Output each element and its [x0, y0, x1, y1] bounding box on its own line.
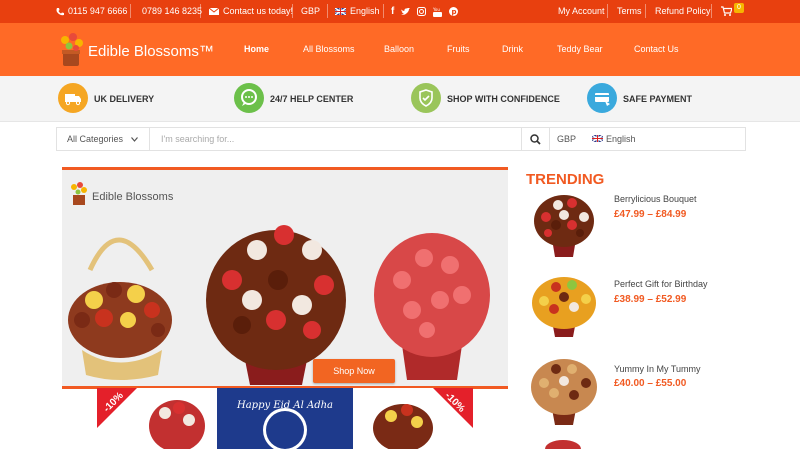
- envelope-icon: [209, 7, 219, 15]
- search-language[interactable]: English: [606, 134, 636, 144]
- brand-logo-text[interactable]: Edible Blossoms™: [88, 43, 214, 60]
- product-image-yummy[interactable]: [526, 355, 602, 427]
- terms-link[interactable]: Terms: [617, 6, 642, 16]
- currency-select[interactable]: GBP: [301, 6, 320, 16]
- social-links: f You p: [391, 6, 459, 17]
- cart-icon: [721, 6, 732, 16]
- nav-drink[interactable]: Drink: [502, 44, 523, 54]
- product-image-birthday[interactable]: [526, 271, 602, 343]
- phone-1-text: 0115 947 6666: [68, 6, 128, 16]
- terms-text: Terms: [617, 6, 642, 16]
- currency-text: GBP: [301, 6, 321, 16]
- uk-flag-icon: [335, 7, 346, 15]
- cart-count-badge: 0: [734, 3, 744, 13]
- shield-icon: [411, 83, 441, 113]
- payment-icon: [587, 83, 617, 113]
- trending-title: TRENDING: [526, 171, 605, 188]
- facebook-icon[interactable]: f: [391, 6, 394, 17]
- instagram-icon[interactable]: [417, 7, 427, 16]
- feature-safe-payment: SAFE PAYMENT: [623, 94, 693, 104]
- nav-home[interactable]: Home: [244, 44, 269, 54]
- cart-button[interactable]: [721, 6, 732, 16]
- pinterest-icon[interactable]: p: [449, 7, 459, 16]
- uk-flag-icon: [592, 135, 603, 142]
- svg-text:You: You: [433, 7, 440, 12]
- youtube-icon[interactable]: You: [433, 7, 443, 17]
- category-select[interactable]: All Categories: [67, 134, 123, 144]
- my-account-text: My Account: [558, 6, 605, 16]
- phone-2[interactable]: 0789 146 8235: [142, 6, 202, 16]
- svg-text:p: p: [452, 8, 457, 16]
- product-name-2[interactable]: Perfect Gift for Birthday: [614, 279, 708, 289]
- eid-banner-image: [97, 388, 473, 449]
- search-currency[interactable]: GBP: [557, 134, 576, 144]
- nav-all-blossoms[interactable]: All Blossoms: [303, 44, 355, 54]
- nav-contact-us[interactable]: Contact Us: [634, 44, 679, 54]
- product-name-3[interactable]: Yummy In My Tummy: [614, 364, 701, 374]
- refund-text: Refund Policy: [655, 6, 711, 16]
- product-image-partial[interactable]: [545, 440, 581, 449]
- eid-greeting-text: Happy Eid Al Adha: [237, 400, 334, 411]
- chat-icon: [234, 83, 264, 113]
- hero-slider[interactable]: Edible Blossoms: [62, 167, 508, 389]
- feature-help-center: 24/7 HELP CENTER: [270, 94, 354, 104]
- chevron-down-icon[interactable]: [131, 137, 138, 142]
- feature-shop-confidence: SHOP WITH CONFIDENCE: [447, 94, 560, 104]
- nav-balloon[interactable]: Balloon: [384, 44, 414, 54]
- phone-1[interactable]: 0115 947 6666: [56, 6, 127, 16]
- product-price-1: £47.99 – £84.99: [614, 209, 687, 220]
- language-text: English: [350, 6, 380, 16]
- logo-flower-icon[interactable]: [58, 32, 86, 68]
- search-icon[interactable]: [530, 134, 541, 145]
- my-account-link[interactable]: My Account: [558, 6, 605, 16]
- language-select[interactable]: English: [335, 6, 380, 16]
- contact-link[interactable]: Contact us today!: [209, 6, 293, 16]
- product-name-1[interactable]: Berrylicious Bouquet: [614, 194, 697, 204]
- search-bar: All Categories I'm searching for... GBP …: [56, 127, 746, 151]
- refund-policy-link[interactable]: Refund Policy: [655, 6, 711, 16]
- truck-icon: [58, 83, 88, 113]
- fruit-bouquets-image: [68, 225, 490, 385]
- phone-2-text: 0789 146 8235: [142, 6, 203, 16]
- search-input[interactable]: I'm searching for...: [161, 134, 234, 144]
- shop-now-button[interactable]: Shop Now: [313, 359, 395, 383]
- feature-uk-delivery: UK DELIVERY: [94, 94, 155, 104]
- eid-promo-banner[interactable]: -10% -10% Happy Eid Al Adha: [97, 388, 473, 449]
- phone-icon: [56, 7, 64, 15]
- contact-text: Contact us today!: [223, 6, 294, 16]
- nav-fruits[interactable]: Fruits: [447, 44, 470, 54]
- product-price-2: £38.99 – £52.99: [614, 294, 687, 305]
- top-bar: 0115 947 6666 0789 146 8235 Contact us t…: [0, 0, 800, 23]
- twitter-icon[interactable]: [401, 7, 411, 16]
- nav-teddy-bear[interactable]: Teddy Bear: [557, 44, 603, 54]
- product-image-berrylicious[interactable]: [526, 189, 602, 261]
- product-price-3: £40.00 – £55.00: [614, 378, 687, 389]
